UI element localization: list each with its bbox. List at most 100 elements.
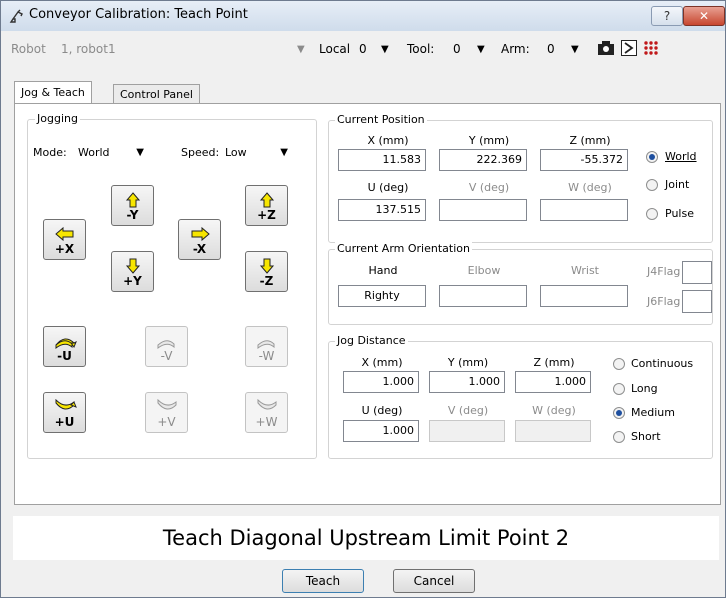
rotate-ccw-icon: [257, 340, 274, 349]
teach-button[interactable]: Teach: [282, 569, 364, 593]
pos-v-label: V (deg): [468, 181, 510, 194]
pos-w-field: [540, 199, 628, 221]
elbow-label: Elbow: [467, 264, 501, 277]
dist-v-label: V (deg): [447, 404, 489, 417]
current-position-title: Current Position: [335, 113, 427, 126]
cancel-button[interactable]: Cancel: [393, 569, 475, 593]
arrow-up-icon: [259, 192, 274, 208]
local-label: Local: [319, 42, 351, 56]
jog-plus-v-button[interactable]: +V: [145, 392, 188, 433]
jog-minus-w-button[interactable]: -W: [245, 326, 288, 367]
jog-minus-z-button[interactable]: -Z: [245, 251, 288, 292]
rotate-ccw-icon: [55, 338, 77, 349]
long-radio[interactable]: [613, 383, 625, 395]
jog-minus-z-label: -Z: [259, 274, 274, 288]
jog-minus-u-button[interactable]: -U: [43, 326, 86, 367]
pos-v-field: [439, 199, 527, 221]
arm-dropdown-icon[interactable]: ▼: [571, 44, 579, 55]
speed-value: Low: [225, 146, 247, 159]
tab-control-panel[interactable]: Control Panel: [113, 84, 200, 104]
medium-radio-label[interactable]: Medium: [631, 406, 675, 419]
long-radio-label[interactable]: Long: [631, 382, 658, 395]
jog-teach-panel: Jogging Mode: World ▼ Speed: Low ▼ +X -Y +…: [14, 103, 721, 505]
jog-minus-v-label: -V: [160, 349, 173, 363]
robot-dropdown-icon[interactable]: ▼: [297, 44, 305, 55]
continuous-radio[interactable]: [613, 358, 625, 370]
arrow-left-icon: [54, 226, 73, 242]
jog-minus-y-button[interactable]: -Y: [111, 185, 154, 226]
tool-label: Tool:: [407, 42, 435, 56]
short-radio-label[interactable]: Short: [631, 430, 661, 443]
command-window-icon[interactable]: [621, 40, 637, 56]
pulse-radio-label[interactable]: Pulse: [665, 207, 694, 220]
arm-select[interactable]: 0: [547, 42, 555, 56]
jog-minus-x-button[interactable]: -X: [178, 219, 221, 260]
camera-icon[interactable]: [597, 40, 615, 56]
jog-plus-v-label: +V: [157, 415, 176, 429]
mode-select[interactable]: World ▼: [73, 142, 151, 164]
jog-plus-w-button[interactable]: +W: [245, 392, 288, 433]
world-radio-label[interactable]: World: [665, 150, 697, 163]
jog-minus-x-label: -X: [192, 242, 207, 256]
local-select[interactable]: 0: [359, 42, 367, 56]
jog-plus-x-label: +X: [54, 242, 75, 256]
jog-plus-z-button[interactable]: +Z: [245, 185, 288, 226]
j4flag-field: [682, 261, 712, 284]
hand-field: Righty: [338, 285, 426, 307]
joint-radio[interactable]: [646, 179, 658, 191]
jog-plus-x-button[interactable]: +X: [43, 219, 86, 260]
jog-plus-w-label: +W: [255, 415, 278, 429]
jog-minus-v-button[interactable]: -V: [145, 326, 188, 367]
speed-select[interactable]: Low ▼: [220, 142, 295, 164]
toolbar: Robot 1, robot1 ▼ Local 0 ▼ Tool: 0 ▼ Ar…: [1, 31, 725, 71]
pos-y-field: 222.369: [439, 149, 527, 171]
help-button[interactable]: ?: [651, 6, 683, 26]
dist-x-input[interactable]: 1.000: [343, 371, 419, 393]
dialog-window: Conveyor Calibration: Teach Point ? ✕ Ro…: [0, 0, 726, 598]
arm-orientation-title: Current Arm Orientation: [335, 242, 472, 255]
hand-label: Hand: [368, 264, 398, 277]
title-bar[interactable]: Conveyor Calibration: Teach Point ? ✕: [1, 1, 725, 31]
mode-dropdown-icon: ▼: [136, 147, 144, 158]
mode-value: World: [78, 146, 110, 159]
jogging-title: Jogging: [35, 112, 80, 125]
dist-u-input[interactable]: 1.000: [343, 420, 419, 442]
io-monitor-icon[interactable]: [643, 40, 659, 56]
pos-x-field: 11.583: [338, 149, 426, 171]
j4flag-label: J4Flag: [647, 265, 681, 278]
tab-jog-teach[interactable]: Jog & Teach: [14, 81, 92, 104]
tool-dropdown-icon[interactable]: ▼: [477, 44, 485, 55]
local-dropdown-icon[interactable]: ▼: [381, 44, 389, 55]
mode-label: Mode:: [33, 146, 67, 159]
short-radio[interactable]: [613, 431, 625, 443]
jog-plus-y-button[interactable]: +Y: [111, 251, 154, 292]
jog-distance-title: Jog Distance: [335, 334, 408, 347]
arrow-right-icon: [191, 226, 210, 242]
continuous-radio-label[interactable]: Continuous: [631, 357, 693, 370]
joint-radio-label[interactable]: Joint: [665, 178, 689, 191]
robot-select[interactable]: 1, robot1: [61, 42, 116, 56]
dist-z-input[interactable]: 1.000: [515, 371, 591, 393]
dist-w-label: W (deg): [532, 404, 576, 417]
jog-plus-u-button[interactable]: +U: [43, 392, 86, 433]
pos-y-label: Y (mm): [468, 134, 510, 147]
pos-x-label: X (mm): [367, 134, 409, 147]
dist-x-label: X (mm): [361, 356, 403, 369]
medium-radio[interactable]: [613, 407, 625, 419]
arrow-down-icon: [125, 258, 140, 274]
j6flag-field: [682, 290, 712, 313]
dist-y-input[interactable]: 1.000: [429, 371, 505, 393]
pulse-radio[interactable]: [646, 208, 658, 220]
dist-w-input: [515, 420, 591, 442]
j6flag-label: J6Flag: [647, 295, 681, 308]
pos-z-label: Z (mm): [569, 134, 611, 147]
rotate-cw-icon: [257, 399, 276, 410]
world-radio[interactable]: [646, 151, 658, 163]
jog-plus-z-label: +Z: [257, 208, 276, 222]
close-button[interactable]: ✕: [683, 6, 725, 26]
arrow-up-icon: [125, 192, 140, 208]
tool-select[interactable]: 0: [453, 42, 461, 56]
jog-minus-w-label: -W: [258, 349, 275, 363]
jog-plus-y-label: +Y: [123, 274, 142, 288]
jog-plus-u-label: +U: [54, 415, 75, 429]
